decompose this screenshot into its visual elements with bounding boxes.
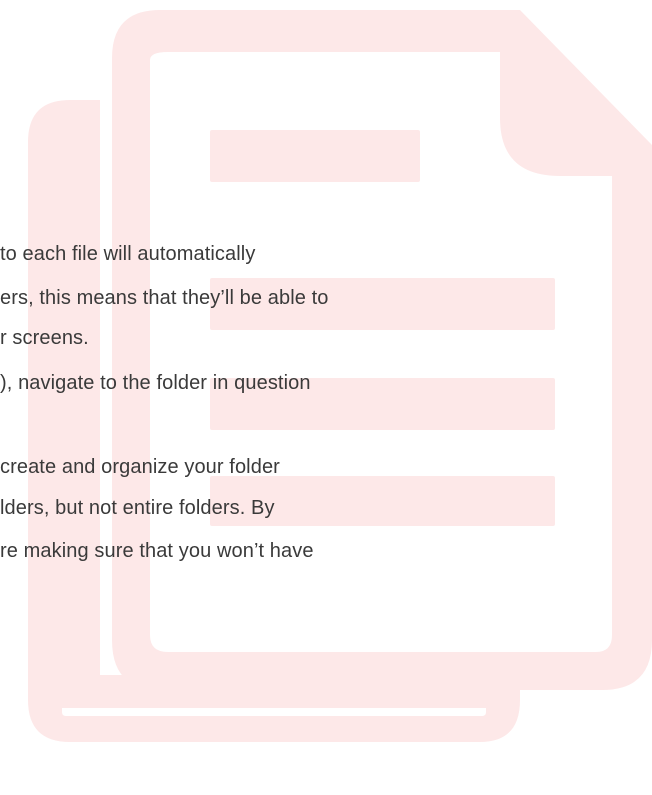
body-line-3: r screens.	[0, 327, 89, 349]
body-line-1: to each file will automatically	[0, 243, 256, 265]
document-page: to each file will automatically ers, thi…	[0, 0, 652, 795]
body-line-4: ), navigate to the folder in question	[0, 372, 311, 394]
body-line-5: create and organize your folder	[0, 456, 280, 478]
body-line-6: lders, but not entire folders. By	[0, 497, 275, 519]
body-line-7: re making sure that you won’t have	[0, 540, 314, 562]
body-text: to each file will automatically ers, thi…	[0, 0, 652, 795]
body-line-2: ers, this means that they’ll be able to	[0, 287, 329, 309]
